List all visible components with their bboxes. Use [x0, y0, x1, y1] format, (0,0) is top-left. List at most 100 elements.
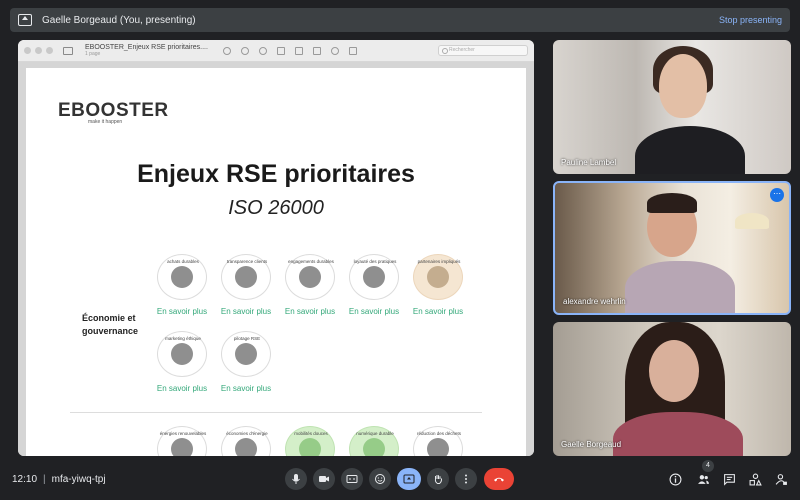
badge-icon: économies d'énergie: [221, 426, 271, 456]
camera-button[interactable]: [313, 468, 335, 490]
badge-icon: numérique durable: [349, 426, 399, 456]
annotate-icon[interactable]: [330, 46, 339, 55]
search-input[interactable]: Rechercher: [438, 45, 528, 56]
document-name: EBOOSTER_Enjeux RSE prioritaires....: [85, 44, 208, 51]
logo-tagline: make it happen: [88, 119, 123, 125]
reactions-button[interactable]: [369, 468, 391, 490]
badge-label: mobilités douces: [294, 431, 328, 436]
badge-item: marketing éthique En savoir plus: [157, 331, 207, 393]
badge-icon: transparence clients: [221, 254, 271, 300]
badge-item: pilotage RSE En savoir plus: [221, 331, 271, 393]
end-call-button[interactable]: [484, 468, 514, 490]
markup-icon[interactable]: [294, 46, 303, 55]
presenting-banner: Gaelle Borgeaud (You, presenting) Stop p…: [10, 8, 790, 32]
participant-tile[interactable]: Pauline Lambel: [553, 40, 791, 174]
captions-icon: [346, 475, 358, 483]
more-vert-icon: [465, 474, 467, 484]
badge-label: pilotage RSE: [233, 336, 261, 341]
badge-label: économies d'énergie: [226, 431, 268, 436]
badge-item: énergies renouvelables: [157, 426, 207, 456]
more-link[interactable]: En savoir plus: [211, 384, 281, 393]
more-link[interactable]: En savoir plus: [211, 307, 281, 316]
more-link[interactable]: En savoir plus: [147, 307, 217, 316]
minimize-window-icon[interactable]: [35, 47, 42, 54]
chat-button[interactable]: [722, 472, 736, 486]
emoji-icon: [375, 474, 385, 484]
meeting-info: 12:10 | mfa-yiwq-tpj: [12, 474, 106, 485]
sidebar-toggle-icon[interactable]: [63, 46, 73, 55]
badge-label: numérique durable: [356, 431, 394, 436]
video-feed: [649, 340, 699, 402]
section-label-line: Économie et: [82, 313, 136, 323]
more-link[interactable]: En savoir plus: [275, 307, 345, 316]
badge-icon: pilotage RSE: [221, 331, 271, 377]
badge-label: réduction des déchets: [416, 431, 462, 436]
badge-item: achats durables En savoir plus: [157, 254, 207, 316]
people-icon: [697, 474, 709, 484]
badge-item: transparence clients En savoir plus: [221, 254, 271, 316]
more-link[interactable]: En savoir plus: [403, 307, 473, 316]
host-controls-button[interactable]: [774, 472, 788, 486]
hand-icon: [434, 475, 442, 484]
present-button[interactable]: [397, 468, 421, 490]
more-options-icon[interactable]: ⋯: [770, 188, 784, 202]
stop-presenting-button[interactable]: Stop presenting: [719, 15, 782, 25]
shapes-icon: [749, 473, 762, 485]
info-icon: [669, 473, 681, 485]
present-screen-icon: [403, 474, 415, 484]
rotate-icon[interactable]: [312, 46, 321, 55]
badge-item: économies d'énergie: [221, 426, 271, 456]
more-link[interactable]: En savoir plus: [147, 384, 217, 393]
participant-count-badge: 4: [702, 460, 714, 472]
activities-button[interactable]: [748, 472, 762, 486]
meeting-details-button[interactable]: [668, 472, 682, 486]
document-title: EBOOSTER_Enjeux RSE prioritaires.... 1 p…: [85, 44, 208, 57]
close-window-icon[interactable]: [24, 47, 31, 54]
info-icon[interactable]: [222, 46, 231, 55]
meeting-code: mfa-yiwq-tpj: [51, 474, 106, 485]
zoom-out-icon[interactable]: [240, 46, 249, 55]
lock-person-icon: [775, 473, 787, 485]
participant-name: Pauline Lambel: [561, 158, 617, 167]
chat-icon: [723, 473, 735, 486]
badge-icon: loyauté des pratiques: [349, 254, 399, 300]
participant-name: alexandre wehrlin: [563, 297, 626, 306]
document-area: EBOOSTER make it happen Enjeux RSE prior…: [18, 62, 534, 456]
more-options-button[interactable]: [455, 468, 477, 490]
participant-tile[interactable]: Gaelle Borgeaud: [553, 322, 791, 456]
badge-icon: partenaires impliqués: [413, 254, 463, 300]
badge-item: engagements durables En savoir plus: [285, 254, 335, 316]
maximize-window-icon[interactable]: [46, 47, 53, 54]
badge-item: partenaires impliqués En savoir plus: [413, 254, 463, 316]
microphone-button[interactable]: [285, 468, 307, 490]
microphone-icon: [292, 474, 300, 484]
badge-label: achats durables: [167, 259, 199, 264]
hangup-icon: [494, 477, 504, 482]
people-button[interactable]: [696, 472, 710, 486]
share-icon[interactable]: [276, 46, 285, 55]
window-controls: [24, 47, 53, 54]
video-feed: [735, 213, 769, 229]
slide-page: EBOOSTER make it happen Enjeux RSE prior…: [26, 68, 526, 456]
section-divider: [70, 412, 482, 413]
badge-label: marketing éthique: [165, 336, 201, 341]
video-feed: [635, 126, 745, 174]
raise-hand-button[interactable]: [427, 468, 449, 490]
badge-icon: engagements durables: [285, 254, 335, 300]
section-label: Économie et gouvernance: [82, 312, 138, 338]
shared-screen: EBOOSTER_Enjeux RSE prioritaires.... 1 p…: [18, 40, 534, 456]
slide-subtitle: ISO 26000: [228, 197, 324, 219]
presenting-title: Gaelle Borgeaud (You, presenting): [42, 14, 196, 26]
zoom-in-icon[interactable]: [258, 46, 267, 55]
slide-title: Enjeux RSE prioritaires: [137, 160, 415, 188]
form-icon[interactable]: [348, 46, 357, 55]
more-link[interactable]: En savoir plus: [339, 307, 409, 316]
badge-label: transparence clients: [226, 259, 268, 264]
badge-icon: marketing éthique: [157, 331, 207, 377]
captions-button[interactable]: [341, 468, 363, 490]
badge-label: énergies renouvelables: [159, 431, 207, 436]
badge-icon: achats durables: [157, 254, 207, 300]
camera-icon: [319, 476, 329, 482]
video-feed: [647, 193, 697, 213]
participant-tile[interactable]: ⋯ alexandre wehrlin: [553, 181, 791, 315]
